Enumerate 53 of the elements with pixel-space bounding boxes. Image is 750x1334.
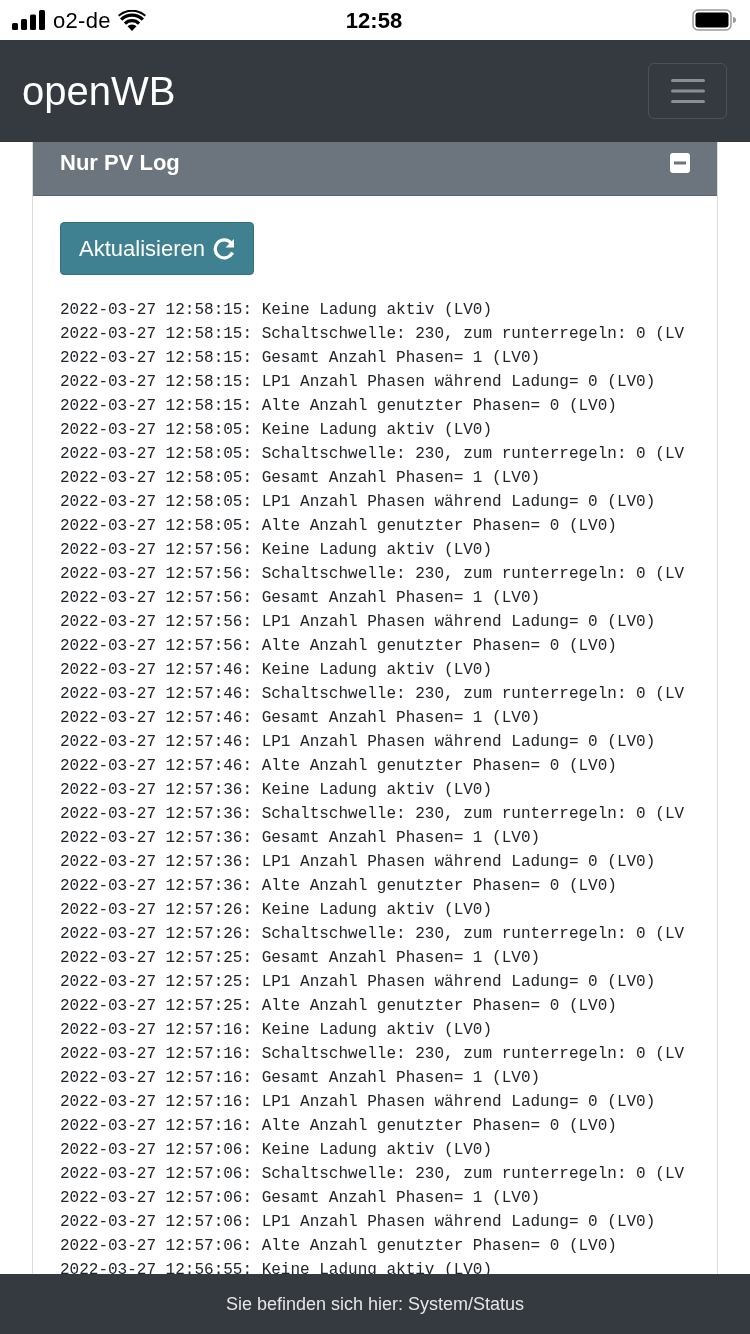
log-line: 2022-03-27 12:57:26: Schaltschwelle: 230, zum runterregeln: 0 (LV xyxy=(60,924,686,945)
log-line: 2022-03-27 12:57:46: Keine Ladung aktiv (LV0) xyxy=(60,660,494,681)
card-title: Nur PV Log xyxy=(60,149,180,177)
log-line: 2022-03-27 12:57:06: Schaltschwelle: 230, zum runterregeln: 0 (LV xyxy=(60,1164,686,1185)
log-line: 2022-03-27 12:57:36: Gesamt Anzahl Phasen= 1 (LV0) xyxy=(60,828,542,849)
menu-button[interactable] xyxy=(648,63,727,119)
log-line: 2022-03-27 12:57:06: Alte Anzahl genutzter Phasen= 0 (LV0) xyxy=(60,1236,618,1257)
collapse-icon[interactable] xyxy=(670,152,690,173)
log-line: 2022-03-27 12:58:15: Alte Anzahl genutzter Phasen= 0 (LV0) xyxy=(60,396,618,417)
log-line: 2022-03-27 12:57:36: Alte Anzahl genutzter Phasen= 0 (LV0) xyxy=(60,876,618,897)
menu-icon xyxy=(670,78,705,104)
brand-logo-text[interactable]: openWB xyxy=(22,71,176,111)
log-line: 2022-03-27 12:57:56: Keine Ladung aktiv (LV0) xyxy=(60,540,494,561)
breadcrumb-text: Sie befinden sich hier: System/Status xyxy=(225,1292,525,1316)
log-line: 2022-03-27 12:57:46: Alte Anzahl genutzter Phasen= 0 (LV0) xyxy=(60,756,618,777)
log-line: 2022-03-27 12:57:56: Gesamt Anzahl Phasen= 1 (LV0) xyxy=(60,588,542,609)
log-line: 2022-03-27 12:57:16: Schaltschwelle: 230, zum runterregeln: 0 (LV xyxy=(60,1044,686,1065)
log-line: 2022-03-27 12:57:25: Gesamt Anzahl Phasen= 1 (LV0) xyxy=(60,948,542,969)
log-line: 2022-03-27 12:57:46: LP1 Anzahl Phasen während Ladung= 0 (LV0) xyxy=(60,732,657,753)
log-line: 2022-03-27 12:57:16: LP1 Anzahl Phasen während Ladung= 0 (LV0) xyxy=(60,1092,657,1113)
log-line: 2022-03-27 12:57:25: Alte Anzahl genutzter Phasen= 0 (LV0) xyxy=(60,996,618,1017)
log-line: 2022-03-27 12:57:16: Alte Anzahl genutzter Phasen= 0 (LV0) xyxy=(60,1116,618,1137)
refresh-icon xyxy=(212,237,235,260)
log-line: 2022-03-27 12:57:25: LP1 Anzahl Phasen während Ladung= 0 (LV0) xyxy=(60,972,657,993)
refresh-button[interactable]: Aktualisieren xyxy=(60,222,254,275)
log-line: 2022-03-27 12:57:56: LP1 Anzahl Phasen während Ladung= 0 (LV0) xyxy=(60,612,657,633)
log-line: 2022-03-27 12:58:05: Keine Ladung aktiv (LV0) xyxy=(60,420,494,441)
log-line: 2022-03-27 12:58:05: Gesamt Anzahl Phasen= 1 (LV0) xyxy=(60,468,542,489)
log-line: 2022-03-27 12:57:36: LP1 Anzahl Phasen während Ladung= 0 (LV0) xyxy=(60,852,657,873)
log-line: 2022-03-27 12:57:46: Gesamt Anzahl Phasen= 1 (LV0) xyxy=(60,708,542,729)
log-line: 2022-03-27 12:58:15: LP1 Anzahl Phasen während Ladung= 0 (LV0) xyxy=(60,372,657,393)
log-line: 2022-03-27 12:57:56: Schaltschwelle: 230, zum runterregeln: 0 (LV xyxy=(60,564,686,585)
log-line: 2022-03-27 12:58:05: Alte Anzahl genutzter Phasen= 0 (LV0) xyxy=(60,516,618,537)
battery-icon xyxy=(692,9,736,31)
carrier-name: o2-de xyxy=(53,6,111,35)
signal-icon xyxy=(12,10,46,30)
log-line: 2022-03-27 12:58:15: Keine Ladung aktiv (LV0) xyxy=(60,300,494,321)
wifi-icon xyxy=(117,9,146,31)
log-line: 2022-03-27 12:58:15: Gesamt Anzahl Phasen= 1 (LV0) xyxy=(60,348,542,369)
log-line: 2022-03-27 12:57:56: Alte Anzahl genutzter Phasen= 0 (LV0) xyxy=(60,636,618,657)
status-time: 12:58 xyxy=(345,7,403,33)
log-line: 2022-03-27 12:57:36: Schaltschwelle: 230, zum runterregeln: 0 (LV xyxy=(60,804,686,825)
log-line: 2022-03-27 12:58:05: LP1 Anzahl Phasen während Ladung= 0 (LV0) xyxy=(60,492,657,513)
log-line: 2022-03-27 12:58:05: Schaltschwelle: 230, zum runterregeln: 0 (LV xyxy=(60,444,686,465)
log-line: 2022-03-27 12:58:15: Schaltschwelle: 230, zum runterregeln: 0 (LV xyxy=(60,324,686,345)
log-line: 2022-03-27 12:57:26: Keine Ladung aktiv (LV0) xyxy=(60,900,494,921)
log-line: 2022-03-27 12:57:06: Gesamt Anzahl Phasen= 1 (LV0) xyxy=(60,1188,542,1209)
log-line: 2022-03-27 12:57:36: Keine Ladung aktiv (LV0) xyxy=(60,780,494,801)
log-line: 2022-03-27 12:57:16: Keine Ladung aktiv (LV0) xyxy=(60,1020,494,1041)
log-line: 2022-03-27 12:57:06: Keine Ladung aktiv (LV0) xyxy=(60,1140,494,1161)
log-line: 2022-03-27 12:57:46: Schaltschwelle: 230, zum runterregeln: 0 (LV xyxy=(60,684,686,705)
log-line: 2022-03-27 12:57:16: Gesamt Anzahl Phasen= 1 (LV0) xyxy=(60,1068,542,1089)
log-line: 2022-03-27 12:57:06: LP1 Anzahl Phasen während Ladung= 0 (LV0) xyxy=(60,1212,657,1233)
